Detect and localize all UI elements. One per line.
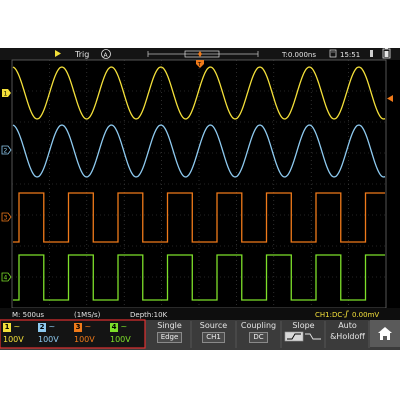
time-offset: T:0.000ns [281,51,316,59]
svg-text:T: T [197,62,202,68]
home-icon [378,327,392,340]
usb-icon [370,50,373,57]
svg-text:2: 2 [4,148,8,155]
channel-1-number: 1 [3,323,11,332]
trigger-source-value: CH1 [202,332,225,343]
svg-text:1: 1 [4,91,8,98]
clock-time: 15:51 [340,51,360,59]
trigger-coupling-label: Coupling [240,321,277,330]
holdoff-label: &Holdoff [330,332,365,341]
trigger-level-value: 0.00mV [352,311,379,319]
trigger-info-label: CH1:DC- [315,311,345,319]
trigger-state-label: Trig [74,50,89,59]
channel-2-scale[interactable]: 2 ~ 100V [36,320,72,347]
slope-selector [284,331,321,342]
svg-text:4: 4 [4,275,8,282]
channel-3-coupling: ~ [84,322,92,331]
trigger-type-label: Single [157,321,182,330]
trigger-type-button[interactable]: Single Edge [148,320,191,347]
trigger-coupling-value: DC [249,332,268,343]
trigger-slope-label: Slope [292,321,315,330]
sample-rate-label: (1MS/s) [74,311,101,319]
trigger-slope-button[interactable]: Slope [282,320,325,347]
timebase-label: M: 500us [12,311,44,319]
falling-slope-icon [304,333,321,340]
depth-label: Depth:10K [130,311,168,319]
home-button[interactable] [370,320,400,347]
auto-label: Auto [338,321,357,330]
channel-4-number: 4 [110,323,118,332]
trigger-source-label: Source [199,321,228,330]
channel-2-number: 2 [38,323,46,332]
channel-3-scale[interactable]: 3 ~ 100V [72,320,108,347]
auto-holdoff-button[interactable]: Auto &Holdoff [326,320,369,347]
channel-1-coupling: ~ [13,322,21,331]
channel-2-vdiv: 100V [38,335,59,344]
trigger-source-button[interactable]: Source CH1 [192,320,235,347]
trigger-coupling-button[interactable]: Coupling DC [237,320,280,347]
channel-4-scale[interactable]: 4 ~ 100V [108,320,144,347]
channel-3-vdiv: 100V [74,335,95,344]
trigger-type-value: Edge [156,332,183,343]
channel-3-number: 3 [74,323,82,332]
channel-4-vdiv: 100V [110,335,131,344]
channel-4-coupling: ~ [120,322,128,331]
channel-1-vdiv: 100V [3,335,24,344]
channel-2-coupling: ~ [48,322,56,331]
channel-1-scale[interactable]: 1 ~ 100V [1,320,36,347]
svg-text:3: 3 [4,215,8,222]
